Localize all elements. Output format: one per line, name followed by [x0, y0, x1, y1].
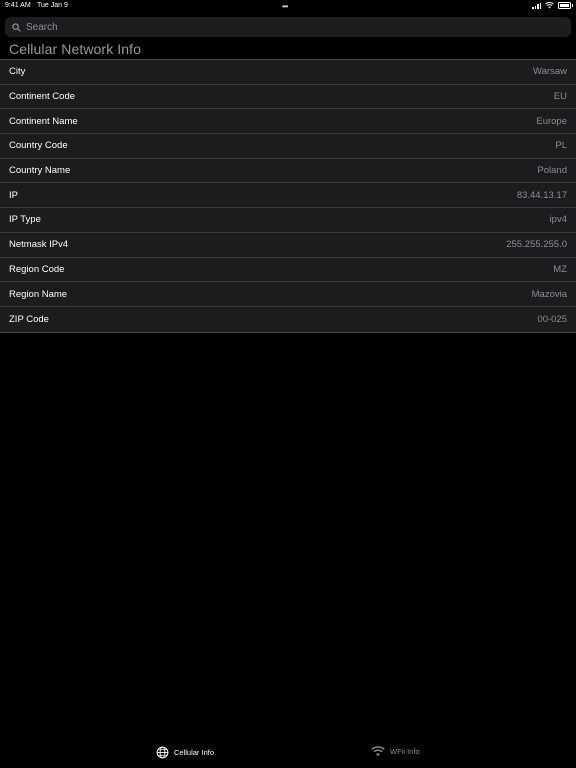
- battery-icon: [558, 2, 573, 9]
- row-value: EU: [553, 91, 567, 103]
- table-row[interactable]: Country Name Poland: [0, 158, 576, 184]
- status-time: 9:41 AM: [5, 2, 31, 9]
- table-row[interactable]: Region Code MZ: [0, 257, 576, 283]
- status-indicators: [532, 2, 573, 9]
- row-value: Warsaw: [533, 66, 567, 78]
- row-label: ZIP Code: [9, 313, 49, 325]
- row-label: Country Name: [9, 165, 71, 177]
- search-input[interactable]: [24, 21, 548, 33]
- row-label: IP: [9, 189, 18, 201]
- tab-label: WFii Info: [390, 747, 420, 756]
- row-value: Europe: [536, 115, 567, 127]
- row-label: Netmask IPv4: [9, 239, 69, 251]
- row-value: 00-025: [537, 313, 567, 325]
- row-value: Mazovia: [531, 288, 567, 300]
- row-value: Poland: [537, 165, 567, 177]
- row-value: PL: [555, 140, 567, 152]
- row-value: ipv4: [549, 214, 567, 226]
- row-label: City: [9, 66, 26, 78]
- table-row[interactable]: Country Code PL: [0, 134, 576, 159]
- row-label: Region Name: [9, 288, 68, 300]
- table-row[interactable]: Netmask IPv4 255.255.255.0: [0, 232, 576, 258]
- wifi-icon: [371, 746, 385, 757]
- multitasking-dots-icon[interactable]: •••: [282, 2, 288, 11]
- tab-bar: Cellular Info WFii Info: [0, 740, 576, 768]
- tab-label: Cellular Info: [174, 748, 215, 757]
- tab-wifi-info[interactable]: WFii Info: [371, 746, 420, 757]
- table-row[interactable]: City Warsaw: [0, 60, 576, 85]
- info-table: City Warsaw Continent Code EU Continent …: [0, 59, 576, 333]
- search-icon: [8, 22, 24, 32]
- row-value: 255.255.255.0: [506, 239, 567, 251]
- table-row[interactable]: IP Type ipv4: [0, 208, 576, 233]
- wifi-status-icon: [545, 2, 554, 9]
- table-row[interactable]: Continent Name Europe: [0, 109, 576, 135]
- row-label: Continent Code: [9, 91, 76, 103]
- status-date: Tue Jan 9: [37, 2, 68, 9]
- table-row[interactable]: ZIP Code 00-025: [0, 306, 576, 332]
- row-value: 83.44.13.17: [516, 189, 567, 201]
- search-bar[interactable]: [5, 17, 571, 37]
- row-label: Region Code: [9, 263, 65, 275]
- row-label: IP Type: [9, 214, 41, 226]
- status-bar: 9:41 AM Tue Jan 9 •••: [0, 0, 576, 12]
- row-label: Continent Name: [9, 115, 78, 127]
- globe-icon: [156, 746, 169, 759]
- table-row[interactable]: Continent Code EU: [0, 84, 576, 110]
- table-row[interactable]: IP 83.44.13.17: [0, 183, 576, 209]
- page-title: Cellular Network Info: [9, 41, 142, 57]
- table-row[interactable]: Region Name Mazovia: [0, 282, 576, 307]
- row-value: MZ: [553, 263, 567, 275]
- row-label: Country Code: [9, 140, 68, 152]
- tab-cellular-info[interactable]: Cellular Info: [156, 746, 214, 759]
- cellular-signal-icon: [532, 2, 541, 9]
